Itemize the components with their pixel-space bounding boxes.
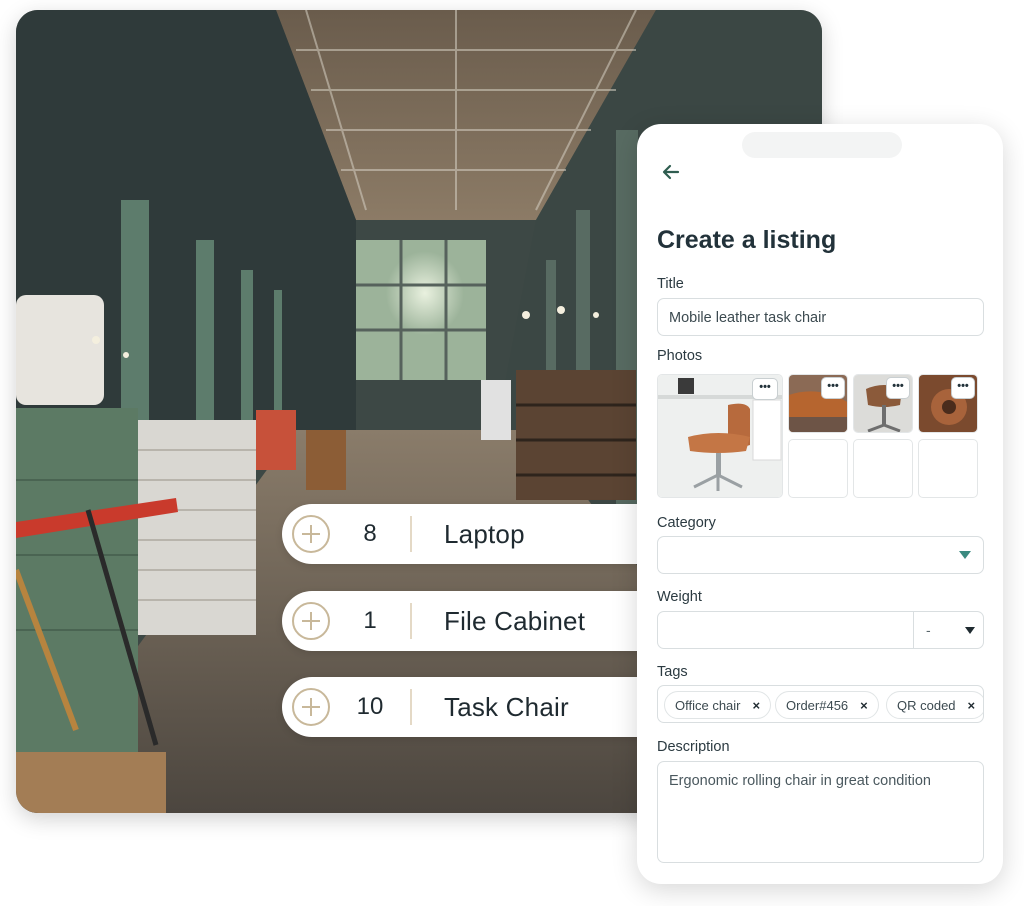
description-label: Description bbox=[657, 739, 730, 755]
add-icon[interactable] bbox=[292, 688, 330, 726]
more-icon[interactable]: ••• bbox=[752, 378, 778, 400]
add-icon[interactable] bbox=[292, 515, 330, 553]
tags-input[interactable]: Office chair × Order#456 × QR coded × bbox=[657, 685, 984, 723]
title-value: Mobile leather task chair bbox=[669, 310, 827, 326]
page-title: Create a listing bbox=[657, 226, 837, 254]
title-field[interactable]: Mobile leather task chair bbox=[657, 298, 984, 336]
tag-chip: Order#456 × bbox=[775, 691, 879, 719]
tag-label: QR coded bbox=[897, 697, 956, 713]
inventory-row-task-chair: 10 Task Chair bbox=[282, 677, 662, 737]
item-name: File Cabinet bbox=[444, 605, 586, 636]
item-name: Task Chair bbox=[444, 691, 569, 722]
back-arrow-icon[interactable] bbox=[661, 162, 683, 184]
tag-label: Order#456 bbox=[786, 697, 849, 713]
tag-chip: Office chair × bbox=[664, 691, 772, 719]
title-label: Title bbox=[657, 276, 684, 292]
empty-photo-slot[interactable] bbox=[788, 439, 848, 498]
empty-photo-slot[interactable] bbox=[853, 439, 913, 498]
description-textarea[interactable]: Ergonomic rolling chair in great conditi… bbox=[657, 761, 984, 863]
add-icon[interactable] bbox=[292, 602, 330, 640]
more-icon[interactable]: ••• bbox=[821, 377, 845, 399]
create-listing-panel: Create a listing Title Mobile leather ta… bbox=[637, 124, 1003, 884]
inventory-row-laptop: 8 Laptop bbox=[282, 504, 662, 564]
stage: 8 Laptop 1 File Cabinet 10 Task Chair Cr… bbox=[0, 0, 1024, 906]
item-name: Laptop bbox=[444, 518, 525, 549]
item-quantity: 8 bbox=[363, 520, 377, 547]
listing-photo-thumb[interactable]: ••• bbox=[918, 374, 978, 433]
weight-unit-value: - bbox=[926, 622, 931, 638]
listing-photo-thumb[interactable]: ••• bbox=[853, 374, 913, 433]
photos-label: Photos bbox=[657, 348, 703, 364]
category-select[interactable] bbox=[657, 536, 984, 574]
remove-tag-icon[interactable]: × bbox=[753, 698, 761, 713]
weight-unit-select[interactable]: - bbox=[913, 612, 985, 648]
item-quantity: 10 bbox=[356, 693, 384, 720]
more-icon[interactable]: ••• bbox=[886, 377, 910, 399]
chevron-down-icon bbox=[959, 551, 971, 559]
inventory-row-file-cabinet: 1 File Cabinet bbox=[282, 591, 662, 651]
remove-tag-icon[interactable]: × bbox=[968, 698, 976, 713]
phone-notch bbox=[742, 132, 902, 158]
tags-label: Tags bbox=[657, 664, 688, 680]
category-label: Category bbox=[657, 515, 716, 531]
chevron-down-icon bbox=[965, 627, 975, 634]
weight-label: Weight bbox=[657, 589, 702, 605]
listing-photo-main[interactable]: ••• bbox=[657, 374, 783, 498]
weight-field[interactable]: - bbox=[657, 611, 984, 649]
tag-label: Office chair bbox=[675, 697, 741, 713]
description-value: Ergonomic rolling chair in great conditi… bbox=[669, 773, 931, 789]
tag-chip: QR coded × bbox=[886, 691, 983, 719]
empty-photo-slot[interactable] bbox=[918, 439, 978, 498]
remove-tag-icon[interactable]: × bbox=[860, 698, 868, 713]
listing-photo-thumb[interactable]: ••• bbox=[788, 374, 848, 433]
more-icon[interactable]: ••• bbox=[951, 377, 975, 399]
item-quantity: 1 bbox=[363, 607, 377, 634]
